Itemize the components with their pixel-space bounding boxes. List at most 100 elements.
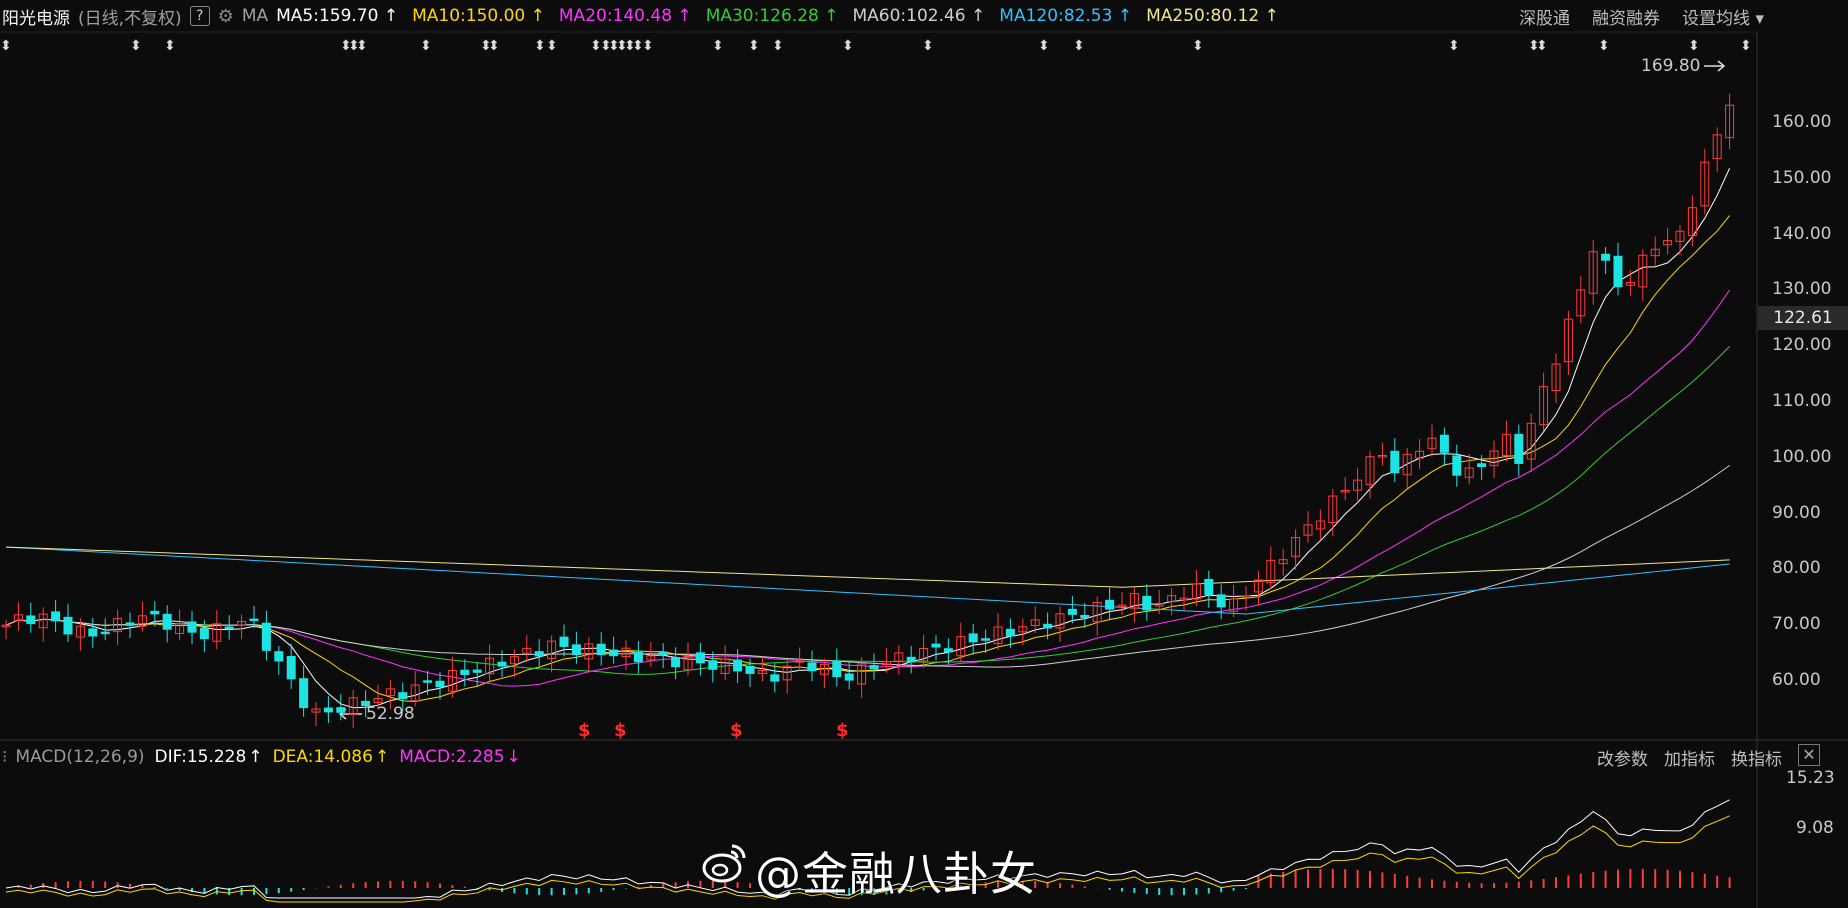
- macd-axis-top: 15.23: [1786, 768, 1835, 788]
- price-tick: 150.00: [1772, 167, 1832, 188]
- event-marker-icon: ⬍: [356, 38, 368, 54]
- candle: [658, 651, 668, 656]
- candle: [88, 628, 98, 637]
- event-marker-icon: ⬍: [712, 38, 724, 54]
- candle: [51, 611, 61, 622]
- candle: [423, 680, 433, 683]
- event-marker-icon: ⬍: [1073, 38, 1085, 54]
- event-marker-icon: ⬍: [546, 38, 558, 54]
- candle: [274, 651, 284, 662]
- candle: [534, 651, 544, 657]
- event-marker-icon: ⬍: [0, 38, 12, 54]
- price-tick: 80.00: [1772, 558, 1821, 579]
- candle: [832, 660, 842, 678]
- candle: [26, 615, 36, 625]
- event-marker-icon: ⬍: [1740, 38, 1752, 54]
- high-price-label: 169.80: [1641, 56, 1701, 76]
- price-tick: 70.00: [1772, 614, 1821, 635]
- candle: [63, 616, 73, 635]
- candle: [869, 665, 879, 670]
- macd-value: MACD:2.285: [399, 747, 505, 767]
- ma-line-120: [5, 546, 1730, 615]
- add-indicator-button[interactable]: 加指标: [1664, 745, 1715, 770]
- candle: [844, 673, 854, 681]
- event-marker-icon: ⬍: [164, 38, 176, 54]
- candle: [1390, 450, 1400, 474]
- candle: [733, 659, 743, 672]
- candle: [460, 669, 470, 675]
- signal-marker-icon: $: [836, 720, 849, 741]
- candle: [1204, 578, 1214, 595]
- candle: [1477, 463, 1487, 468]
- candle: [1514, 433, 1524, 464]
- candle: [559, 636, 569, 647]
- candle: [981, 638, 991, 641]
- event-marker-icon: ⬍: [1448, 38, 1460, 54]
- event-marker-icon: ⬍: [1038, 38, 1050, 54]
- candle: [1439, 434, 1449, 453]
- event-marker-icon: ⬍: [772, 38, 784, 54]
- event-marker-icon: ⬍: [1192, 38, 1204, 54]
- event-marker-icon: ⬍: [748, 38, 760, 54]
- change-params-button[interactable]: 改参数: [1597, 745, 1648, 770]
- candle: [125, 622, 135, 626]
- event-marker-icon: ⬍: [130, 38, 142, 54]
- price-tick: 110.00: [1772, 391, 1832, 411]
- candle: [968, 633, 978, 643]
- macd-axis-mid: 9.08: [1796, 818, 1834, 838]
- candle: [286, 656, 296, 680]
- dea-arrow: ↑: [374, 747, 390, 767]
- dif-arrow: ↑: [248, 747, 263, 767]
- watermark-text: @金融八卦女: [755, 847, 1037, 901]
- stock-chart-window: 阳光电源 (日线,不复权) ? ⚙ MA MA5:159.70 ↑ MA10:15…: [0, 0, 1848, 908]
- candle: [100, 631, 110, 635]
- candle: [943, 648, 953, 653]
- macd-buttons: 改参数 加指标 换指标: [1597, 745, 1782, 770]
- last-price-tag: 122.61: [1758, 306, 1848, 330]
- event-marker-icon: ⬍: [1598, 38, 1610, 54]
- candle: [398, 692, 408, 700]
- weibo-logo-icon: [702, 844, 746, 883]
- price-tick: 160.00: [1772, 112, 1832, 132]
- signal-marker-icon: $: [578, 720, 591, 741]
- signal-marker-icon: $: [730, 720, 743, 741]
- price-tick: 60.00: [1772, 670, 1821, 690]
- event-marker-icon: ⬍: [420, 38, 432, 54]
- candle: [633, 651, 643, 663]
- dea-value: DEA:14.086: [272, 747, 373, 767]
- candle: [261, 622, 271, 651]
- candle: [249, 618, 259, 622]
- candle: [1142, 595, 1152, 611]
- candle: [906, 656, 916, 663]
- candle: [1613, 255, 1623, 288]
- macd-menu-icon[interactable]: ⁝: [2, 747, 7, 767]
- event-marker-icon: ⬍: [922, 38, 934, 54]
- candle: [435, 680, 445, 688]
- candle: [695, 652, 705, 664]
- event-marker-icon: ⬍: [1688, 38, 1700, 54]
- candle: [187, 621, 197, 633]
- price-tick: 130.00: [1772, 279, 1832, 300]
- candle: [807, 662, 817, 672]
- candle: [1043, 623, 1053, 629]
- candle: [1216, 594, 1226, 608]
- candle: [162, 613, 172, 630]
- candle: [299, 678, 309, 709]
- price-tick: 90.00: [1772, 502, 1821, 523]
- candle: [497, 661, 507, 667]
- candle: [1067, 608, 1077, 615]
- candle: [1005, 628, 1015, 637]
- event-marker-icon: ⬍: [842, 38, 854, 54]
- event-marker-icon: ⬍: [1536, 38, 1548, 54]
- price-tick: 100.00: [1772, 446, 1832, 467]
- event-marker-icon: ⬍: [534, 38, 546, 54]
- macd-name[interactable]: MACD(12,26,9): [15, 747, 144, 767]
- candle: [472, 669, 482, 673]
- switch-indicator-button[interactable]: 换指标: [1731, 745, 1782, 770]
- candle: [596, 643, 606, 656]
- close-icon[interactable]: ✕: [1798, 744, 1820, 766]
- dif-value: DIF:15.228: [154, 747, 247, 767]
- candle: [770, 674, 780, 682]
- price-tick: 140.00: [1772, 223, 1832, 244]
- candle: [671, 657, 681, 668]
